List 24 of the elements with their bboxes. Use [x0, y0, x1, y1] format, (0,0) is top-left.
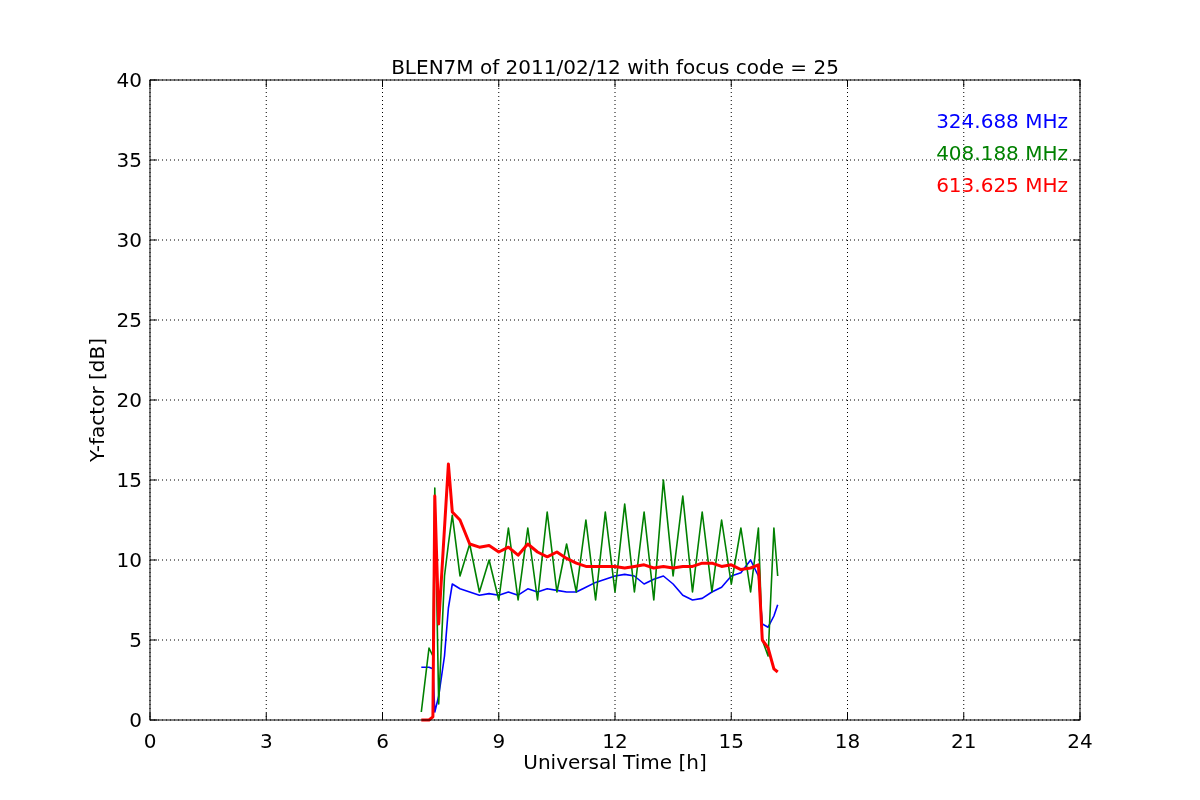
x-tick-label: 6 [376, 729, 389, 753]
x-tick-label: 21 [951, 729, 977, 753]
x-tick-label: 9 [492, 729, 506, 753]
y-tick-label: 30 [116, 228, 142, 252]
x-tick-label: 18 [834, 729, 861, 753]
y-tick-label: 10 [116, 548, 142, 572]
y-tick-label: 20 [116, 388, 142, 412]
legend-label: 613.625 MHz [936, 173, 1068, 197]
y-tick-label: 0 [129, 708, 142, 732]
x-tick-label: 15 [718, 729, 744, 753]
y-tick-label: 35 [116, 148, 142, 172]
y-tick-label: 40 [116, 68, 142, 92]
x-tick-label: 0 [143, 729, 157, 753]
y-axis-label: Y-factor [dB] [85, 338, 109, 462]
y-tick-label: 5 [129, 628, 142, 652]
x-axis-label: Universal Time [h] [523, 750, 707, 774]
x-tick-label: 24 [1067, 729, 1093, 753]
legend-label: 324.688 MHz [936, 109, 1068, 133]
chart-title: BLEN7M of 2011/02/12 with focus code = 25 [391, 55, 839, 79]
x-tick-label: 3 [259, 729, 273, 753]
y-tick-label: 25 [116, 308, 142, 332]
y-tick-label: 15 [116, 468, 142, 492]
legend-label: 408.188 MHz [936, 141, 1068, 165]
x-tick-label: 12 [602, 729, 628, 753]
